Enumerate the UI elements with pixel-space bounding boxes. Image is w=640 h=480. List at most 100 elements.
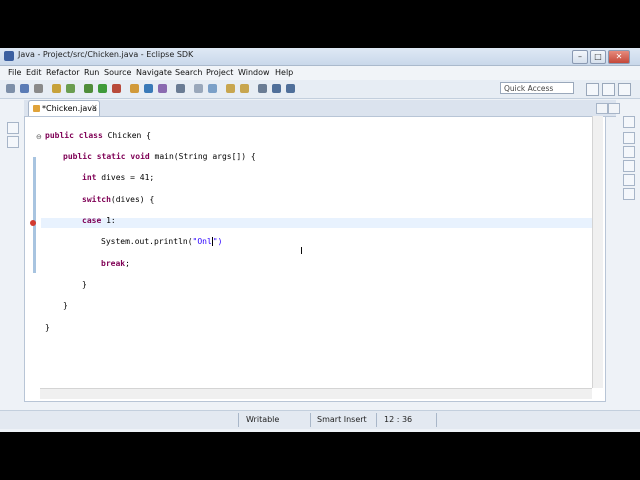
new-package-icon[interactable] [130, 84, 139, 93]
string-literal: "Onl [192, 237, 212, 246]
minimized-views-left [6, 122, 19, 162]
status-separator [376, 413, 377, 427]
code-text: System.out.println( [101, 237, 193, 246]
close-button[interactable]: ✕ [608, 50, 630, 64]
current-line-highlight [41, 218, 603, 228]
open-perspective-icon[interactable] [586, 83, 599, 96]
menu-help[interactable]: Help [275, 68, 293, 77]
menu-source[interactable]: Source [104, 68, 131, 77]
task-list-icon[interactable] [623, 146, 635, 158]
menu-refactor[interactable]: Refactor [46, 68, 80, 77]
code-text: 1: [101, 216, 116, 225]
vertical-scrollbar[interactable] [592, 116, 603, 388]
restore-view-icon[interactable] [7, 122, 19, 134]
code-line: } [63, 301, 68, 310]
menu-edit[interactable]: Edit [26, 68, 42, 77]
refresh-icon[interactable] [66, 84, 75, 93]
java-perspective-icon[interactable] [602, 83, 615, 96]
menu-navigate[interactable]: Navigate [136, 68, 172, 77]
new-class-icon[interactable] [144, 84, 153, 93]
status-separator [310, 413, 311, 427]
tab-close-icon[interactable]: ✕ [91, 103, 98, 112]
code-text: (dives) { [110, 195, 155, 204]
keyword: int [82, 173, 97, 182]
java-file-icon [33, 105, 40, 112]
minimized-views-right [620, 116, 636, 236]
show-whitespace-icon[interactable] [208, 84, 217, 93]
toggle-mark-icon[interactable] [194, 84, 203, 93]
menu-project[interactable]: Project [206, 68, 233, 77]
declaration-view-icon[interactable] [623, 188, 635, 200]
title-bar: Java - Project/src/Chicken.java - Eclips… [0, 48, 640, 66]
code-line: } [82, 280, 87, 289]
code-text: Chicken { [102, 131, 151, 140]
code-line: public class Chicken { [45, 131, 151, 140]
status-bar: Writable Smart Insert 12 : 36 [0, 410, 640, 429]
forward-icon[interactable] [286, 84, 295, 93]
maximize-button[interactable]: □ [590, 50, 606, 64]
menu-bar: File Edit Refactor Run Source Navigate S… [0, 66, 640, 80]
error-marker-icon[interactable] [30, 220, 36, 226]
code-text: } [63, 301, 68, 310]
external-tools-icon[interactable] [112, 84, 121, 93]
quick-access-field[interactable]: Quick Access [500, 82, 574, 94]
print-icon[interactable] [34, 84, 43, 93]
build-icon[interactable] [52, 84, 61, 93]
keyword: public static void [63, 152, 150, 161]
editor-minimize-icon[interactable] [596, 103, 608, 114]
keyword: case [82, 216, 102, 225]
new-icon[interactable] [6, 84, 15, 93]
editor-maximize-icon[interactable] [608, 103, 620, 114]
code-text: main(String args[]) { [149, 152, 256, 161]
fold-toggle-icon[interactable]: ⊖ [36, 133, 42, 141]
restore-view-icon[interactable] [623, 116, 635, 128]
annotation-prev-icon[interactable] [240, 84, 249, 93]
debug-perspective-icon[interactable] [618, 83, 631, 96]
save-icon[interactable] [20, 84, 29, 93]
package-explorer-icon[interactable] [7, 136, 19, 148]
string-literal-end: ") [212, 237, 223, 246]
eclipse-window: Java - Project/src/Chicken.java - Eclips… [0, 48, 640, 432]
search-icon[interactable] [176, 84, 185, 93]
last-edit-icon[interactable] [258, 84, 267, 93]
menu-search[interactable]: Search [175, 68, 202, 77]
javadoc-view-icon[interactable] [623, 174, 635, 186]
menu-run[interactable]: Run [84, 68, 99, 77]
scope-indicator [33, 157, 36, 273]
keyword: switch [82, 195, 111, 204]
menu-file[interactable]: File [8, 68, 21, 77]
code-text: } [45, 323, 50, 332]
code-line: break; [101, 259, 130, 268]
status-insert-mode: Smart Insert [317, 415, 367, 424]
annotation-next-icon[interactable] [226, 84, 235, 93]
code-editor[interactable]: ⊖ public class Chicken { public static v… [24, 116, 606, 402]
tab-chicken-java[interactable]: *Chicken.java ✕ [28, 100, 100, 116]
editor-tab-bar: *Chicken.java ✕ [24, 100, 616, 117]
mouse-ibeam-cursor: I [300, 246, 303, 257]
status-cursor-position: 12 : 36 [384, 415, 413, 424]
code-line: } [45, 323, 50, 332]
editor-gutter: ⊖ [26, 117, 42, 401]
tab-label: *Chicken.java [42, 104, 97, 113]
code-text: ; [125, 259, 130, 268]
eclipse-app-icon [4, 51, 14, 61]
debug-icon[interactable] [84, 84, 93, 93]
keyword: public class [45, 131, 103, 140]
code-text: dives = 41; [96, 173, 155, 182]
status-separator [238, 413, 239, 427]
back-icon[interactable] [272, 84, 281, 93]
status-writable: Writable [246, 415, 280, 424]
minimize-button[interactable]: – [572, 50, 588, 64]
menu-window[interactable]: Window [238, 68, 270, 77]
keyword: break [101, 259, 126, 268]
code-line: public static void main(String args[]) { [63, 152, 256, 161]
problems-view-icon[interactable] [623, 160, 635, 172]
code-line: int dives = 41; [82, 173, 154, 182]
open-type-icon[interactable] [158, 84, 167, 93]
code-line: switch(dives) { [82, 195, 154, 204]
outline-view-icon[interactable] [623, 132, 635, 144]
run-icon[interactable] [98, 84, 107, 93]
horizontal-scrollbar[interactable] [40, 388, 592, 399]
code-line-active: System.out.println("Onl") [101, 237, 222, 246]
status-separator [436, 413, 437, 427]
